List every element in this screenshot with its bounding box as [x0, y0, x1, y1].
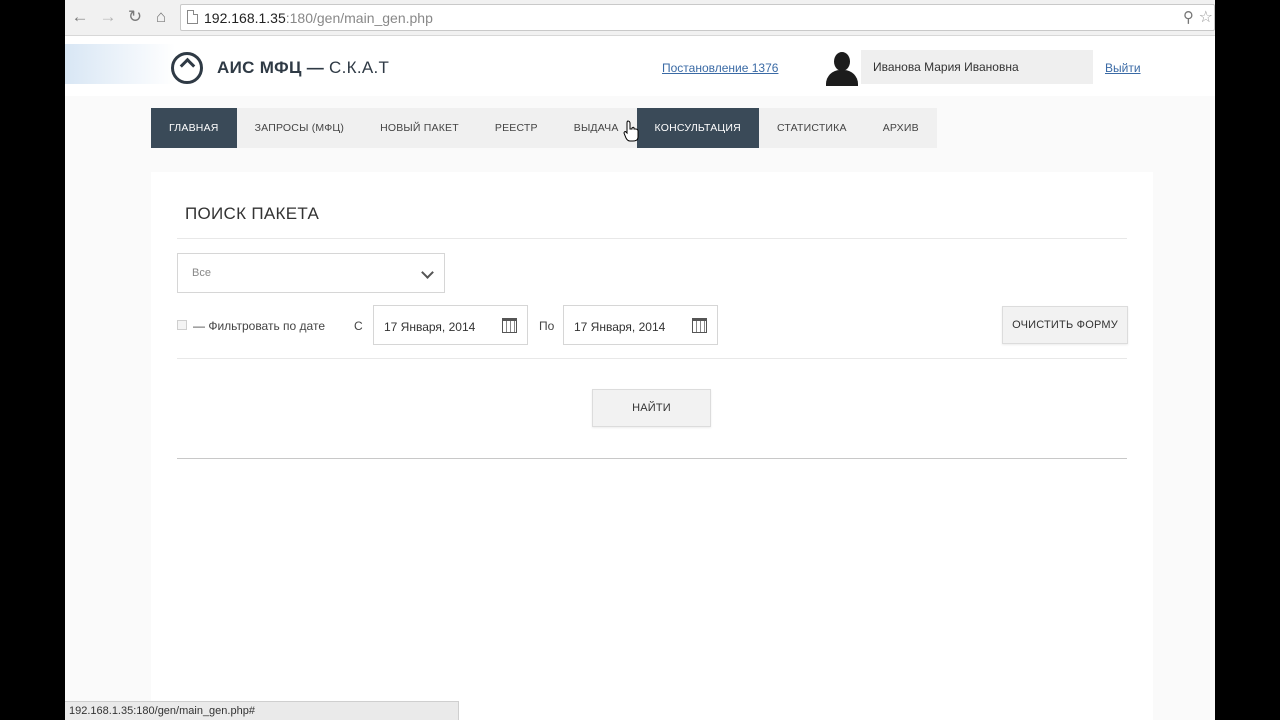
- status-bar-url: 192.168.1.35:180/gen/main_gen.php#: [65, 701, 459, 720]
- site-header: АИС МФЦ — С.К.А.Т Постановление 1376 Ива…: [65, 36, 1215, 96]
- date-filter-label: — Фильтровать по дате: [193, 319, 326, 333]
- page-title: ПОИСК ПАКЕТА: [185, 204, 320, 223]
- search-icon[interactable]: ⚲: [1183, 8, 1194, 26]
- to-date-label: По: [539, 319, 555, 333]
- home-icon[interactable]: ⌂: [150, 6, 172, 28]
- menu-item-consultation[interactable]: КОНСУЛЬТАЦИЯ: [636, 108, 759, 148]
- back-icon[interactable]: ←: [69, 6, 91, 28]
- menu-item-main[interactable]: ГЛАВНАЯ: [151, 108, 237, 148]
- reload-icon[interactable]: ↻: [124, 6, 146, 28]
- scope-select-value: Все: [192, 267, 211, 279]
- main-menu: ГЛАВНАЯ ЗАПРОСЫ (МФЦ) НОВЫЙ ПАКЕТ РЕЕСТР…: [151, 108, 937, 148]
- avatar-icon: [825, 52, 859, 86]
- logout-link[interactable]: Выйти: [1105, 61, 1141, 75]
- from-date-label: С: [354, 319, 363, 333]
- menu-item-new-package[interactable]: НОВЫЙ ПАКЕТ: [362, 108, 477, 148]
- menu-item-registry[interactable]: РЕЕСТР: [477, 108, 556, 148]
- results-divider: [177, 458, 1127, 459]
- bookmark-star-icon[interactable]: ☆: [1199, 7, 1213, 27]
- address-url: 192.168.1.35:180/gen/main_gen.php: [204, 10, 433, 26]
- search-panel: ПОИСК ПАКЕТА Все — Фильтровать по дате С…: [151, 172, 1153, 720]
- forward-icon[interactable]: →: [97, 6, 119, 28]
- scope-select[interactable]: Все: [177, 253, 445, 293]
- to-date-value: 17 Января, 2014: [574, 320, 666, 334]
- divider: [177, 238, 1127, 239]
- calendar-icon[interactable]: [502, 318, 517, 333]
- decree-link[interactable]: Постановление 1376: [662, 61, 778, 75]
- browser-viewport: ← → ↻ ⌂ 192.168.1.35:180/gen/main_gen.ph…: [65, 0, 1215, 720]
- logo-icon: [171, 52, 203, 84]
- divider: [177, 358, 1127, 359]
- from-date-field[interactable]: 17 Января, 2014: [373, 305, 528, 345]
- menu-item-statistics[interactable]: СТАТИСТИКА: [759, 108, 865, 148]
- clear-form-button[interactable]: ОЧИСТИТЬ ФОРМУ: [1002, 306, 1128, 344]
- menu-item-archive[interactable]: АРХИВ: [865, 108, 937, 148]
- address-bar[interactable]: 192.168.1.35:180/gen/main_gen.php ⚲ ☆: [180, 4, 1215, 31]
- browser-toolbar: ← → ↻ ⌂ 192.168.1.35:180/gen/main_gen.ph…: [65, 0, 1215, 36]
- user-name: Иванова Мария Ивановна: [861, 50, 1093, 84]
- date-filter-checkbox[interactable]: [177, 320, 187, 330]
- app-logo-text: АИС МФЦ — С.К.А.Т: [217, 58, 390, 77]
- page-icon: [187, 10, 198, 24]
- chevron-down-icon: [421, 266, 434, 279]
- hand-cursor-icon: [623, 120, 639, 142]
- header-glow: [65, 44, 175, 84]
- menu-item-requests[interactable]: ЗАПРОСЫ (МФЦ): [237, 108, 362, 148]
- to-date-field[interactable]: 17 Января, 2014: [563, 305, 718, 345]
- find-button[interactable]: НАЙТИ: [592, 389, 711, 427]
- from-date-value: 17 Января, 2014: [384, 320, 476, 334]
- calendar-icon[interactable]: [692, 318, 707, 333]
